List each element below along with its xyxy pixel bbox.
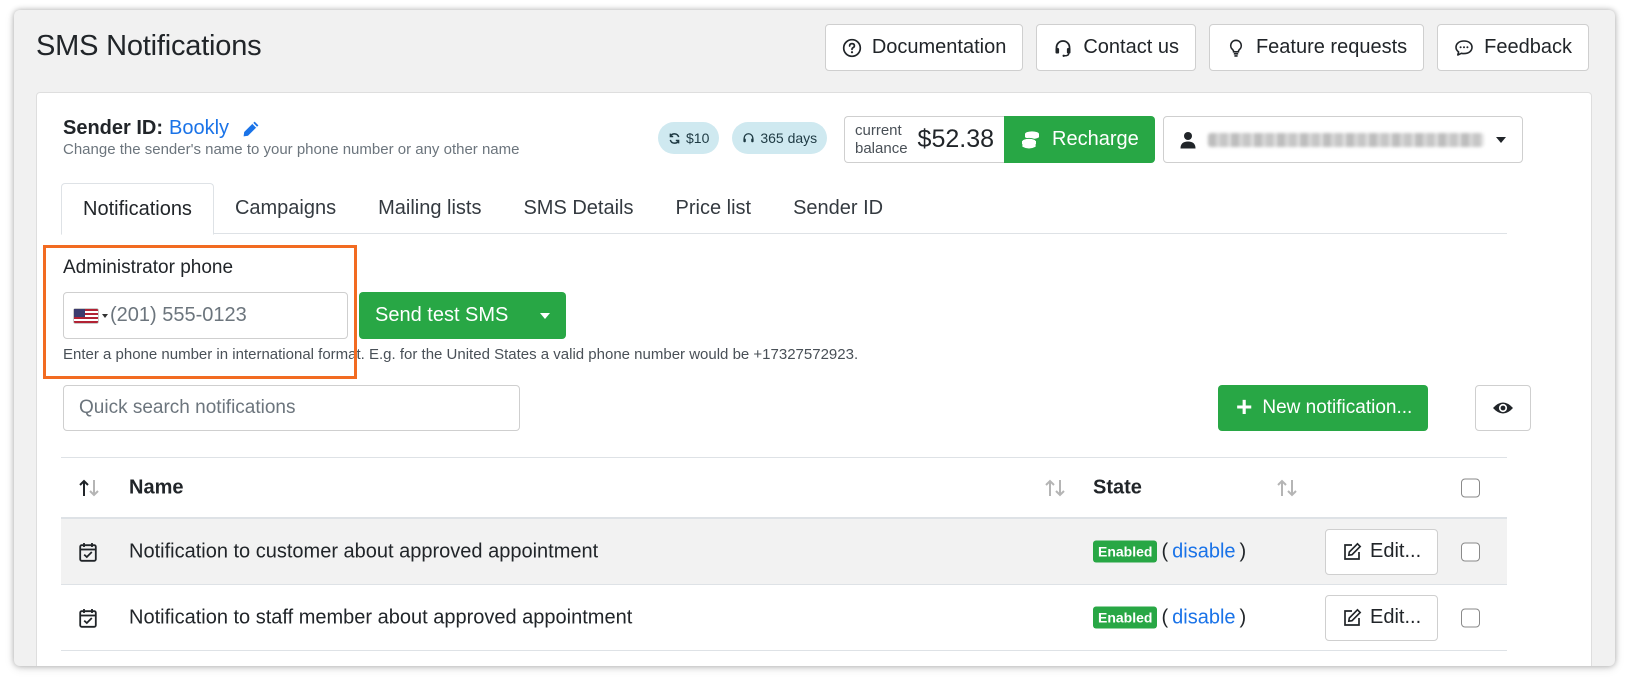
auto-recharge-amount: $10 bbox=[686, 130, 710, 146]
balance-amount: $52.38 bbox=[917, 125, 995, 153]
chevron-down-icon bbox=[1496, 136, 1506, 143]
sender-section: Sender ID: Bookly Change the sender's na… bbox=[63, 117, 519, 158]
column-header-name[interactable]: Name bbox=[129, 476, 183, 499]
notification-name: Notification to staff member about appro… bbox=[129, 606, 633, 628]
support-days: 365 days bbox=[760, 130, 818, 146]
disable-link[interactable]: disable bbox=[1172, 540, 1235, 563]
top-actions: Documentation Contact us Feature request… bbox=[824, 24, 1589, 71]
sort-icon[interactable] bbox=[77, 477, 103, 499]
column-header-state[interactable]: State bbox=[1093, 476, 1142, 499]
administrator-phone-label: Administrator phone bbox=[63, 257, 234, 278]
edit-button[interactable]: Edit... bbox=[1325, 528, 1439, 575]
support-badge[interactable]: 365 days bbox=[732, 122, 828, 154]
headset-icon bbox=[743, 132, 754, 142]
feedback-button[interactable]: Feedback bbox=[1437, 24, 1589, 71]
headset-icon bbox=[1055, 39, 1071, 57]
new-notification-label: New notification... bbox=[1262, 397, 1413, 418]
edit-label: Edit... bbox=[1370, 540, 1422, 562]
sort-icon[interactable] bbox=[1043, 477, 1069, 499]
feature-requests-button[interactable]: Feature requests bbox=[1208, 24, 1425, 71]
notification-name: Notification to customer about approved … bbox=[129, 540, 599, 562]
balance-box: current balance $52.38 bbox=[844, 116, 1005, 163]
documentation-button[interactable]: Documentation bbox=[824, 24, 1024, 71]
page-title: SMS Notifications bbox=[36, 30, 262, 62]
calendar-check-icon bbox=[79, 542, 97, 562]
app-window: SMS Notifications Documentation Contact … bbox=[14, 10, 1615, 666]
edit-icon bbox=[1344, 608, 1362, 626]
sender-id-label: Sender ID: bbox=[63, 117, 164, 139]
send-test-sms-group: Send test SMS bbox=[359, 292, 567, 339]
feature-requests-label: Feature requests bbox=[1255, 36, 1408, 58]
status-badge: Enabled bbox=[1093, 606, 1158, 629]
blurred-account-email bbox=[1208, 132, 1484, 147]
table-header: Name State bbox=[61, 457, 1507, 519]
search-input[interactable] bbox=[63, 385, 520, 431]
send-test-sms-button[interactable]: Send test SMS bbox=[359, 292, 525, 339]
us-flag-icon bbox=[74, 308, 98, 323]
calendar-check-icon bbox=[79, 608, 97, 628]
feedback-label: Feedback bbox=[1484, 36, 1572, 58]
sender-help-text: Change the sender's name to your phone n… bbox=[63, 141, 520, 158]
user-icon bbox=[1180, 131, 1196, 148]
plus-icon: + bbox=[1236, 390, 1253, 422]
coins-icon bbox=[1021, 130, 1040, 149]
pencil-icon[interactable] bbox=[241, 119, 261, 139]
eye-icon bbox=[1493, 402, 1513, 414]
lightbulb-icon bbox=[1229, 38, 1242, 57]
recharge-label: Recharge bbox=[1052, 128, 1139, 150]
tab-price-list[interactable]: Price list bbox=[655, 183, 773, 234]
sender-id-link[interactable]: Bookly bbox=[169, 117, 229, 140]
table-row: Notification to customer about approved … bbox=[61, 519, 1507, 585]
send-test-sms-dropdown[interactable] bbox=[524, 292, 567, 339]
balance-group: current balance $52.38 Recharge bbox=[844, 116, 1155, 163]
comment-icon bbox=[1455, 39, 1473, 56]
tab-sms-details[interactable]: SMS Details bbox=[502, 183, 654, 234]
state-cell: Enabled (disable) bbox=[1093, 606, 1246, 629]
state-cell: Enabled (disable) bbox=[1093, 540, 1246, 563]
status-badges: $10 365 days bbox=[658, 122, 828, 154]
contact-us-button[interactable]: Contact us bbox=[1036, 24, 1196, 71]
notifications-table: Name State Notification to customer abou… bbox=[61, 457, 1507, 651]
tab-notifications[interactable]: Notifications bbox=[61, 183, 214, 235]
disable-link[interactable]: disable bbox=[1172, 606, 1235, 629]
auto-recharge-badge[interactable]: $10 bbox=[658, 122, 720, 154]
edit-button[interactable]: Edit... bbox=[1325, 594, 1439, 641]
new-notification-button[interactable]: + New notification... bbox=[1218, 385, 1429, 431]
administrator-phone-input[interactable] bbox=[108, 304, 375, 327]
contact-us-label: Contact us bbox=[1083, 36, 1179, 58]
column-visibility-button[interactable] bbox=[1475, 385, 1531, 431]
tab-mailing-lists[interactable]: Mailing lists bbox=[357, 183, 502, 234]
status-badge: Enabled bbox=[1093, 540, 1158, 563]
sort-icon[interactable] bbox=[1275, 477, 1301, 499]
tab-campaigns[interactable]: Campaigns bbox=[214, 183, 357, 234]
row-checkbox[interactable] bbox=[1461, 608, 1480, 627]
chevron-down-icon bbox=[540, 312, 551, 319]
documentation-label: Documentation bbox=[871, 36, 1007, 58]
table-row: Notification to staff member about appro… bbox=[61, 585, 1507, 651]
phone-help-text: Enter a phone number in international fo… bbox=[63, 346, 859, 363]
country-selector[interactable] bbox=[64, 308, 108, 323]
edit-label: Edit... bbox=[1370, 606, 1422, 628]
phone-input-group bbox=[63, 292, 375, 339]
question-circle-icon bbox=[842, 38, 861, 57]
select-all-checkbox[interactable] bbox=[1461, 478, 1480, 497]
tab-bar: Notifications Campaigns Mailing lists SM… bbox=[61, 183, 1507, 235]
recharge-button[interactable]: Recharge bbox=[1004, 116, 1155, 163]
tab-sender-id[interactable]: Sender ID bbox=[772, 183, 904, 234]
edit-icon bbox=[1344, 542, 1362, 560]
main-card: Sender ID: Bookly Change the sender's na… bbox=[36, 92, 1592, 666]
row-checkbox[interactable] bbox=[1461, 542, 1480, 561]
refresh-icon bbox=[669, 132, 680, 144]
account-dropdown[interactable] bbox=[1163, 116, 1523, 163]
balance-caption: current balance bbox=[855, 121, 908, 157]
